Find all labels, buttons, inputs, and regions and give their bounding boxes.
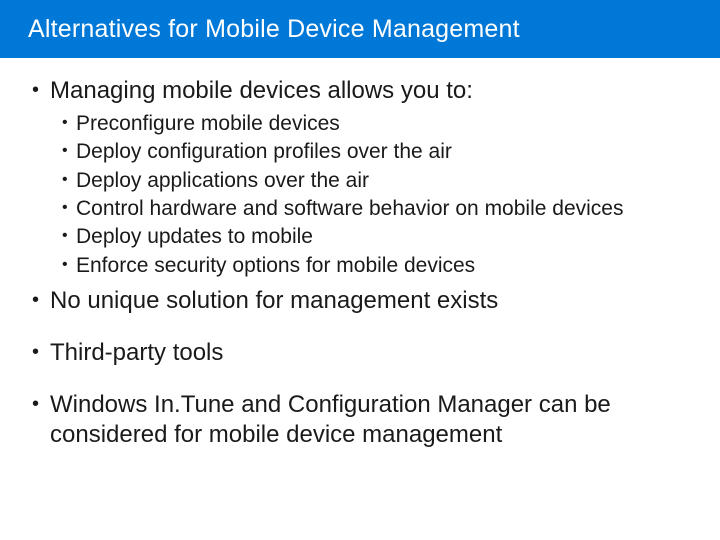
sub-bullet: Preconfigure mobile devices — [62, 110, 688, 138]
slide: Alternatives for Mobile Device Managemen… — [0, 0, 720, 540]
bullet-text: Third-party tools — [50, 339, 223, 366]
sub-bullet-text: Enforce security options for mobile devi… — [76, 254, 475, 277]
slide-body: Managing mobile devices allows you to: P… — [0, 58, 720, 450]
sub-bullet-text: Deploy updates to mobile — [76, 225, 313, 248]
bullet-third-party: Third-party tools — [32, 338, 688, 368]
bullet-intune: Windows In.Tune and Configuration Manage… — [32, 390, 688, 450]
title-band: Alternatives for Mobile Device Managemen… — [0, 0, 720, 58]
slide-title: Alternatives for Mobile Device Managemen… — [28, 15, 520, 44]
sub-bullet-list: Preconfigure mobile devices Deploy confi… — [50, 110, 688, 280]
sub-bullet-text: Deploy configuration profiles over the a… — [76, 140, 452, 163]
bullet-no-unique: No unique solution for management exists — [32, 286, 688, 316]
bullet-list: Managing mobile devices allows you to: P… — [32, 76, 688, 450]
sub-bullet: Deploy updates to mobile — [62, 223, 688, 251]
bullet-text: Windows In.Tune and Configuration Manage… — [50, 391, 611, 448]
sub-bullet: Deploy applications over the air — [62, 167, 688, 195]
sub-bullet: Control hardware and software behavior o… — [62, 195, 688, 223]
bullet-text: No unique solution for management exists — [50, 287, 498, 314]
bullet-managing: Managing mobile devices allows you to: P… — [32, 76, 688, 280]
bullet-text: Managing mobile devices allows you to: — [50, 77, 473, 104]
sub-bullet: Deploy configuration profiles over the a… — [62, 138, 688, 166]
sub-bullet-text: Deploy applications over the air — [76, 169, 369, 192]
sub-bullet-text: Preconfigure mobile devices — [76, 112, 340, 135]
sub-bullet-text: Control hardware and software behavior o… — [76, 197, 623, 220]
sub-bullet: Enforce security options for mobile devi… — [62, 252, 688, 280]
